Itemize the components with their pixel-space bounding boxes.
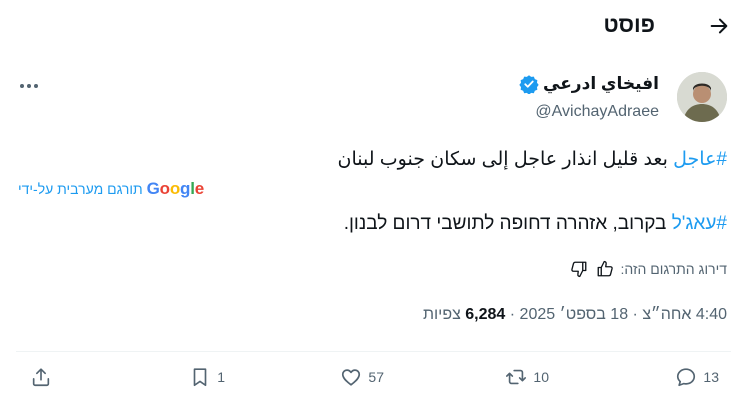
bookmark-icon bbox=[193, 368, 207, 387]
thumbs-down-icon bbox=[570, 261, 586, 278]
tweet-date[interactable]: 18 בספט׳ 2025 bbox=[520, 306, 629, 323]
thumbs-up-button[interactable] bbox=[595, 259, 615, 279]
action-bar: 13 10 57 1 bbox=[0, 366, 747, 398]
avatar[interactable] bbox=[677, 72, 727, 122]
rating-label: דירוג התרגום הזה: bbox=[620, 261, 727, 277]
thumbs-down-button[interactable] bbox=[569, 259, 589, 279]
meta-separator: · bbox=[509, 306, 516, 323]
translation-attribution[interactable]: תורגם מערבית על-ידי Google bbox=[18, 179, 204, 199]
retweet-count: 10 bbox=[533, 369, 549, 385]
more-options-button[interactable] bbox=[18, 76, 40, 96]
page-title: פוסט bbox=[603, 12, 655, 37]
meta-separator: · bbox=[632, 306, 638, 323]
bookmark-count: 1 bbox=[217, 369, 225, 385]
post-header: פוסט bbox=[0, 0, 747, 53]
tweet-text-translated: #עאג'ל בקרוב, אזהרה דחופה לתושבי דרום לב… bbox=[344, 213, 727, 235]
divider bbox=[16, 351, 731, 352]
tweet-text-arabic: #عاجل بعد قليل انذار عاجل إلى سكان جنوب … bbox=[338, 148, 727, 171]
bookmark-button[interactable]: 1 bbox=[189, 366, 225, 388]
hashtag-link[interactable]: #עאג'ל bbox=[672, 213, 727, 234]
retweet-icon bbox=[506, 369, 527, 385]
back-button[interactable] bbox=[705, 12, 733, 40]
tweet-metadata: 4:40 אחה״צ · 18 בספט׳ 2025 · 6,284 צפיות bbox=[423, 306, 727, 324]
like-count: 57 bbox=[368, 369, 384, 385]
views-label: צפיות bbox=[422, 306, 461, 323]
more-horizontal-icon bbox=[20, 84, 38, 88]
like-button[interactable]: 57 bbox=[340, 366, 384, 388]
reply-count: 13 bbox=[703, 369, 719, 385]
google-logo: Google bbox=[146, 179, 205, 198]
share-button[interactable] bbox=[30, 366, 52, 388]
share-icon bbox=[32, 368, 50, 387]
author-handle[interactable]: @AvichayAdraee bbox=[535, 103, 659, 121]
tweet-time[interactable]: 4:40 אחה״צ bbox=[642, 306, 727, 323]
views-count: 6,284 bbox=[465, 306, 506, 323]
heart-icon bbox=[342, 369, 361, 386]
reply-icon bbox=[677, 368, 696, 387]
translation-rating: דירוג התרגום הזה: bbox=[569, 259, 727, 279]
hashtag-link[interactable]: #عاجل bbox=[673, 149, 727, 170]
arrow-right-icon bbox=[710, 18, 728, 34]
tweet-text-segment: بعد قليل انذار عاجل إلى سكان جنوب لبنان bbox=[337, 149, 674, 170]
reply-button[interactable]: 13 bbox=[675, 366, 719, 388]
verified-badge-icon bbox=[519, 75, 539, 94]
tweet-text-segment: בקרוב, אזהרה דחופה לתושבי דרום לבנון. bbox=[343, 213, 672, 234]
author-name-row[interactable]: افيخاي ادرعي bbox=[519, 74, 659, 94]
translation-label: תורגם מערבית על-ידי bbox=[18, 181, 143, 197]
thumbs-up-icon bbox=[597, 260, 613, 277]
avatar-image bbox=[677, 72, 727, 122]
author-display-name[interactable]: افيخاي ادرعي bbox=[543, 74, 659, 94]
retweet-button[interactable]: 10 bbox=[505, 366, 549, 388]
